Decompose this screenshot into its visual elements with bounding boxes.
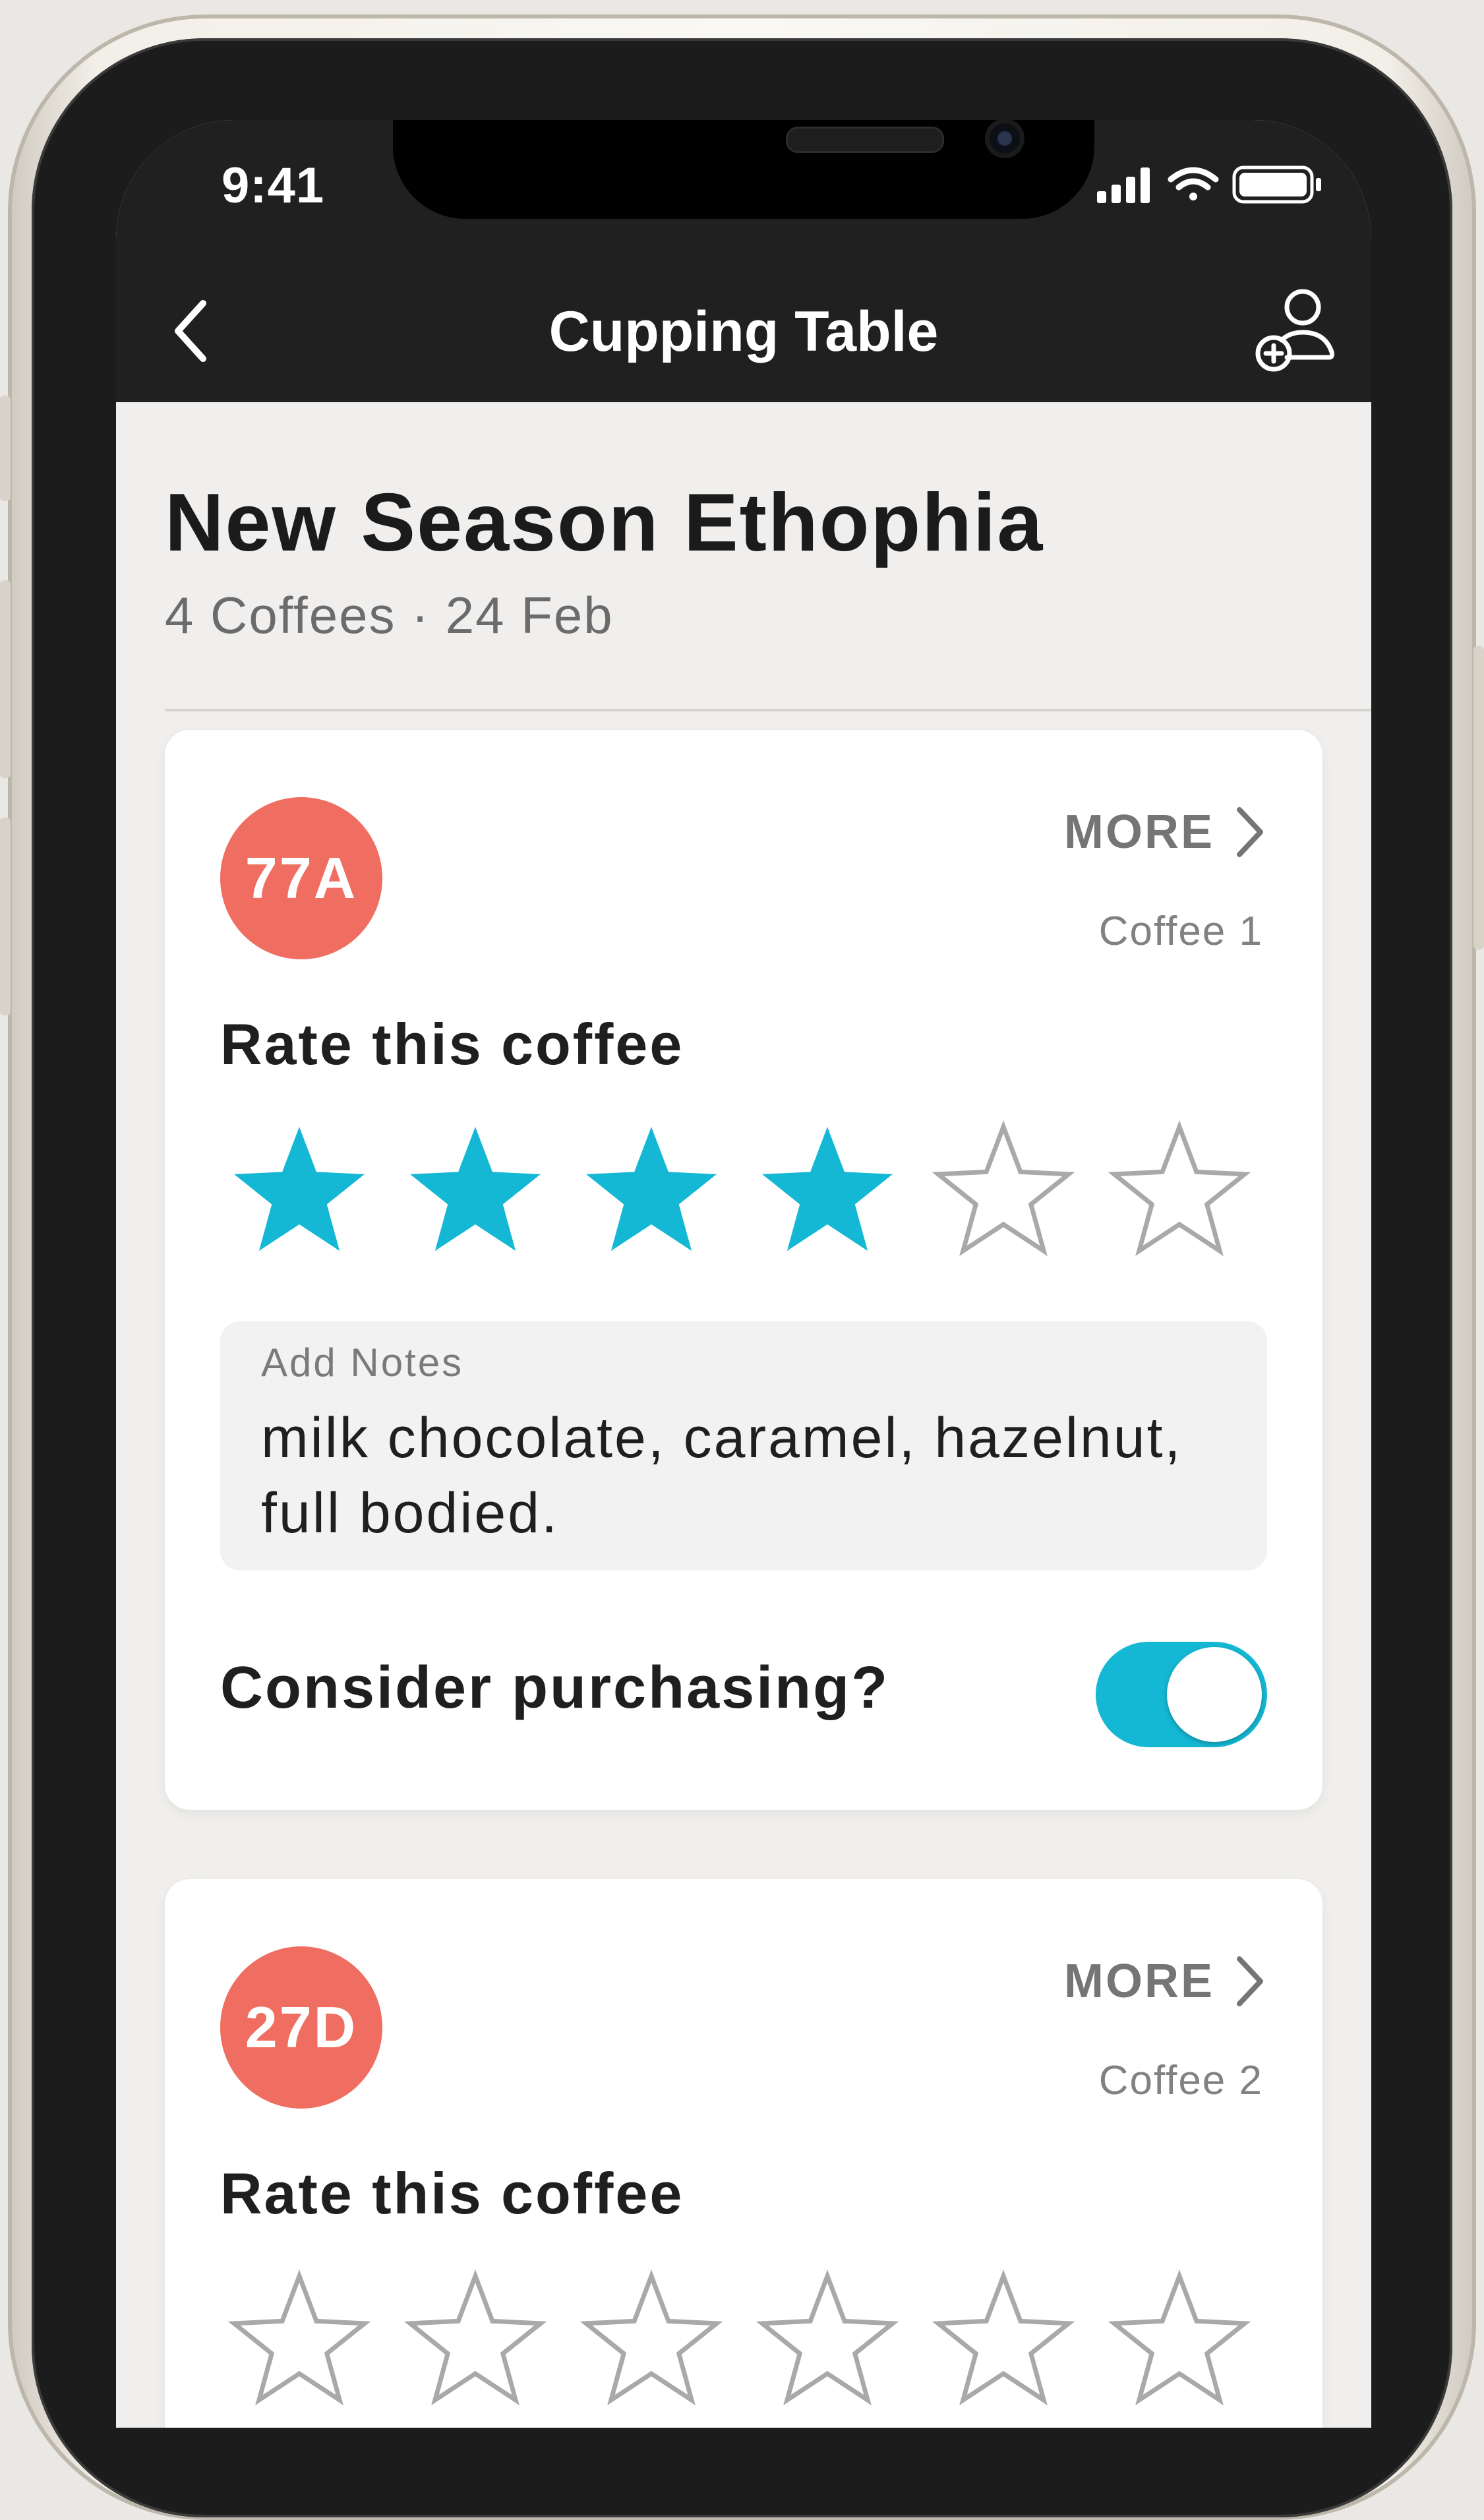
star-empty-icon[interactable]	[1100, 1112, 1259, 1271]
page-title: New Season Ethophia	[165, 477, 1044, 568]
star-empty-icon[interactable]	[1100, 2262, 1259, 2420]
coffee-number-label: Coffee 2	[1098, 2058, 1263, 2103]
speaker	[786, 127, 944, 153]
coffee-card: 77A MORE Coffee 1 Rate this coffee Add N…	[165, 730, 1322, 1810]
phone-side-button	[0, 580, 11, 778]
consider-purchasing-toggle[interactable]	[1096, 1642, 1267, 1747]
battery-icon	[1232, 165, 1321, 204]
coffee-code-badge: 27D	[220, 1946, 382, 2109]
star-empty-icon[interactable]	[924, 2262, 1083, 2420]
star-filled-icon[interactable]	[748, 1112, 906, 1271]
status-icons	[1097, 165, 1321, 204]
coffee-number-label: Coffee 1	[1098, 909, 1263, 954]
chevron-right-icon	[1237, 807, 1263, 857]
more-label: MORE	[1064, 1955, 1214, 2008]
phone-side-button	[0, 396, 11, 501]
phone-side-button	[0, 818, 11, 1015]
nav-title: Cupping Table	[549, 300, 939, 363]
chevron-right-icon	[1237, 1956, 1263, 2006]
phone-screen: 9:41 Cupping Table New Season Ethophia 4…	[116, 120, 1371, 2428]
add-user-icon	[1255, 289, 1334, 372]
rate-label: Rate this coffee	[220, 2161, 684, 2226]
more-label: MORE	[1064, 806, 1214, 858]
coffee-code-badge: 77A	[220, 797, 382, 959]
purchase-label: Consider purchasing?	[220, 1655, 890, 1721]
status-bar: 9:41	[116, 120, 1371, 258]
wifi-icon	[1168, 167, 1219, 200]
notes-field[interactable]: Add Notes milk chocolate, caramel, hazel…	[220, 1321, 1267, 1571]
star-empty-icon[interactable]	[748, 2262, 906, 2420]
star-filled-icon[interactable]	[396, 1112, 554, 1271]
star-empty-icon[interactable]	[924, 1112, 1083, 1271]
notes-label: Add Notes	[261, 1340, 464, 1385]
signal-icon	[1097, 167, 1150, 203]
star-empty-icon[interactable]	[220, 2262, 378, 2420]
star-filled-icon[interactable]	[220, 1112, 378, 1271]
coffee-card: 27D MORE Coffee 2 Rate this coffee	[165, 1879, 1322, 2428]
front-camera	[985, 120, 1024, 158]
notes-text: milk chocolate, caramel, hazelnut, full …	[261, 1406, 1183, 1545]
rate-label: Rate this coffee	[220, 1011, 684, 1077]
nav-bar: Cupping Table	[116, 258, 1371, 402]
star-empty-icon[interactable]	[572, 2262, 730, 2420]
star-empty-icon[interactable]	[396, 2262, 554, 2420]
header-divider	[165, 709, 1371, 711]
add-user-button[interactable]	[1253, 285, 1338, 377]
more-button[interactable]: MORE	[1064, 805, 1266, 859]
more-button[interactable]: MORE	[1064, 1954, 1266, 2008]
status-time: 9:41	[222, 158, 325, 214]
toggle-knob	[1167, 1647, 1262, 1742]
page-subtitle: 4 Coffees · 24 Feb	[165, 586, 614, 644]
phone-side-button	[1473, 646, 1484, 949]
star-filled-icon[interactable]	[572, 1112, 730, 1271]
page-header: New Season Ethophia 4 Coffees · 24 Feb	[165, 476, 1044, 645]
notch	[393, 120, 1094, 219]
